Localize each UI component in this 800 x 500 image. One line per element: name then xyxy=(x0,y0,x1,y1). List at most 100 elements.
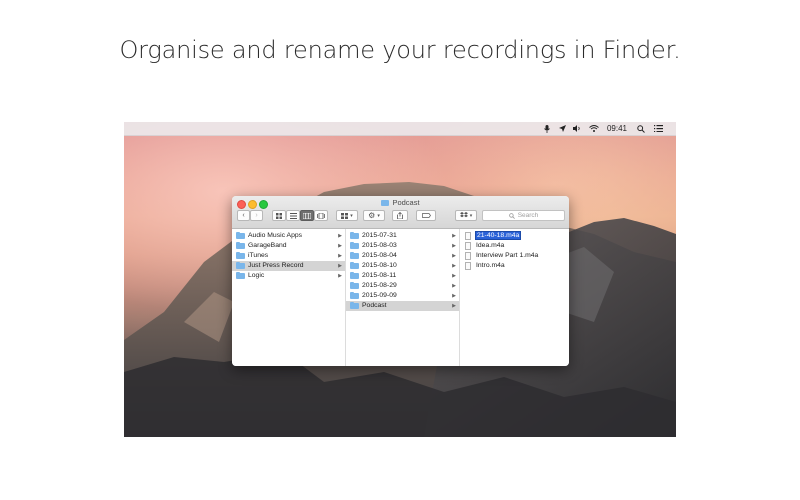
folder-name: 2015-08-11 xyxy=(362,272,397,279)
search-icon xyxy=(508,212,515,219)
finder-window: Podcast ‹ › ▾ ⚙ ▾ ▾ Search Audio Music A… xyxy=(232,196,569,366)
folder-row[interactable]: Podcast ▶ xyxy=(346,301,459,311)
folder-name: GarageBand xyxy=(248,242,287,249)
file-row[interactable]: 21-40-18.m4a xyxy=(460,231,569,241)
cover-flow-icon xyxy=(317,212,325,219)
folder-icon xyxy=(350,232,359,239)
folder-name: 2015-08-10 xyxy=(362,262,397,269)
column-browser: Audio Music Apps ▶ GarageBand ▶ iTunes ▶ Just … xyxy=(232,229,569,366)
folder-row[interactable]: 2015-08-29 ▶ xyxy=(346,281,459,291)
action-button[interactable]: ⚙ ▾ xyxy=(363,210,385,221)
search-placeholder: Search xyxy=(517,212,539,219)
folder-icon xyxy=(350,242,359,249)
headline: Organise and rename your recordings in F… xyxy=(119,36,681,64)
cover-flow-button[interactable] xyxy=(314,210,328,221)
disclosure-arrow-icon: ▶ xyxy=(452,253,456,259)
folder-name: Podcast xyxy=(362,302,387,309)
arrange-icon xyxy=(341,212,349,219)
tags-button[interactable] xyxy=(416,210,436,221)
file-row[interactable]: Intro.m4a xyxy=(460,261,569,271)
folder-row[interactable]: 2015-07-31 ▶ xyxy=(346,231,459,241)
folder-icon xyxy=(236,272,245,279)
disclosure-arrow-icon: ▶ xyxy=(452,293,456,299)
folder-row[interactable]: 2015-08-10 ▶ xyxy=(346,261,459,271)
folder-icon xyxy=(236,262,245,269)
disclosure-arrow-icon: ▶ xyxy=(452,243,456,249)
file-name: Interview Part 1.m4a xyxy=(476,252,539,259)
folder-name: Audio Music Apps xyxy=(248,232,303,239)
list-view-button[interactable] xyxy=(286,210,300,221)
chevron-down-icon: ▾ xyxy=(377,212,380,219)
folder-name: 2015-09-09 xyxy=(362,292,397,299)
folder-icon xyxy=(236,252,245,259)
folder-row[interactable]: 2015-08-03 ▶ xyxy=(346,241,459,251)
chevron-down-icon: ▾ xyxy=(469,212,473,219)
gear-icon: ⚙ xyxy=(368,211,376,220)
disclosure-arrow-icon: ▶ xyxy=(452,303,456,309)
folder-name: 2015-08-29 xyxy=(362,282,397,289)
location-arrow-icon[interactable] xyxy=(557,122,567,135)
disclosure-arrow-icon: ▶ xyxy=(452,263,456,269)
list-icon[interactable] xyxy=(652,122,664,135)
file-name: Idea.m4a xyxy=(476,242,505,249)
icon-view-button[interactable] xyxy=(272,210,286,221)
volume-icon[interactable] xyxy=(571,122,583,135)
desktop-screenshot: 09:41 Podcast ‹ › ▾ ⚙ ▾ ▾ Search Audio M… xyxy=(124,122,676,437)
column-view-button[interactable] xyxy=(300,210,314,221)
folder-name: 2015-08-04 xyxy=(362,252,397,259)
file-row[interactable]: Interview Part 1.m4a xyxy=(460,251,569,261)
dropbox-icon xyxy=(459,212,468,218)
column-3: 21-40-18.m4a Idea.m4a Interview Part 1.m4a… xyxy=(460,229,569,366)
disclosure-arrow-icon: ▶ xyxy=(338,243,342,249)
share-button[interactable] xyxy=(392,210,408,221)
folder-row[interactable]: 2015-09-09 ▶ xyxy=(346,291,459,301)
file-row[interactable]: Idea.m4a xyxy=(460,241,569,251)
microphone-icon[interactable] xyxy=(542,122,552,135)
dropbox-button[interactable]: ▾ xyxy=(455,210,477,221)
folder-row[interactable]: Logic ▶ xyxy=(232,271,345,281)
tag-icon xyxy=(421,213,431,218)
disclosure-arrow-icon: ▶ xyxy=(452,283,456,289)
folder-icon xyxy=(350,272,359,279)
folder-row[interactable]: Just Press Record ▶ xyxy=(232,261,345,271)
disclosure-arrow-icon: ▶ xyxy=(452,273,456,279)
folder-icon xyxy=(350,282,359,289)
wifi-icon[interactable] xyxy=(587,122,600,135)
menubar-clock[interactable]: 09:41 xyxy=(604,122,630,135)
finder-titlebar: Podcast ‹ › ▾ ⚙ ▾ ▾ Search xyxy=(232,196,569,229)
grid-icon xyxy=(276,212,282,219)
list-icon xyxy=(289,212,297,219)
folder-row[interactable]: iTunes ▶ xyxy=(232,251,345,261)
search-field[interactable]: Search xyxy=(482,210,565,221)
disclosure-arrow-icon: ▶ xyxy=(338,273,342,279)
folder-name: Just Press Record xyxy=(248,262,304,269)
folder-name: 2015-08-03 xyxy=(362,242,397,249)
forward-button[interactable]: › xyxy=(250,210,263,221)
file-name: Intro.m4a xyxy=(476,262,505,269)
folder-row[interactable]: 2015-08-04 ▶ xyxy=(346,251,459,261)
window-title: Podcast xyxy=(232,198,569,207)
window-title-label: Podcast xyxy=(392,198,420,207)
document-icon xyxy=(465,252,471,260)
folder-name: 2015-07-31 xyxy=(362,232,397,239)
folder-row[interactable]: Audio Music Apps ▶ xyxy=(232,231,345,241)
back-button[interactable]: ‹ xyxy=(237,210,250,221)
file-name[interactable]: 21-40-18.m4a xyxy=(474,231,522,240)
disclosure-arrow-icon: ▶ xyxy=(338,233,342,239)
document-icon xyxy=(465,232,471,240)
folder-icon xyxy=(236,232,245,239)
columns-icon xyxy=(303,212,311,219)
menu-bar: 09:41 xyxy=(124,122,676,136)
disclosure-arrow-icon: ▶ xyxy=(338,263,342,269)
search-icon[interactable] xyxy=(635,122,647,135)
disclosure-arrow-icon: ▶ xyxy=(338,253,342,259)
chevron-right-icon: › xyxy=(255,212,258,219)
folder-name: Logic xyxy=(248,272,265,279)
document-icon xyxy=(465,242,471,250)
folder-row[interactable]: GarageBand ▶ xyxy=(232,241,345,251)
folder-icon xyxy=(350,302,359,309)
folder-row[interactable]: 2015-08-11 ▶ xyxy=(346,271,459,281)
arrange-button[interactable]: ▾ xyxy=(336,210,358,221)
chevron-down-icon: ▾ xyxy=(350,212,353,219)
document-icon xyxy=(465,262,471,270)
